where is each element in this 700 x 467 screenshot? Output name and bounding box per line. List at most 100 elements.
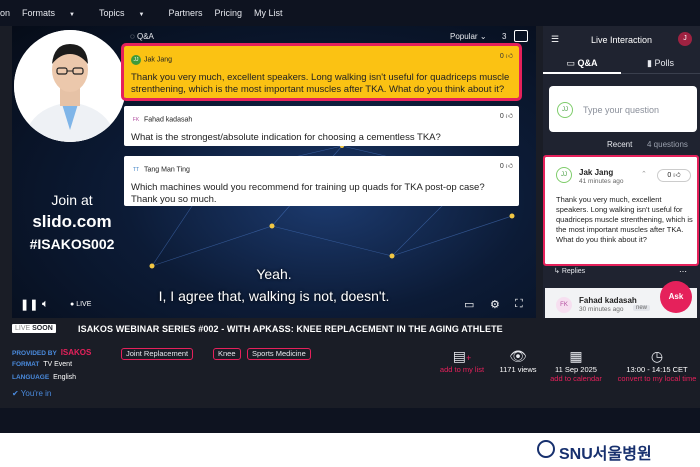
add-to-calendar-button[interactable]: ▦ 11 Sep 2025 add to calendar	[544, 348, 608, 383]
question-time: 30 minutes ago	[579, 306, 624, 313]
provided-by: PROVIDED BY ISAKOS	[12, 348, 91, 357]
meta-key: PROVIDED BY	[12, 350, 57, 357]
pause-icon[interactable]: ❚❚	[20, 298, 38, 311]
more-options-icon[interactable]: ⋯	[679, 267, 687, 276]
tag-joint-replacement[interactable]: Joint Replacement	[121, 348, 194, 360]
footer-band	[0, 408, 700, 433]
caret-down-icon: ▼	[138, 12, 145, 18]
live-label: LIVE	[76, 301, 92, 308]
live-interaction-panel: ☰ Live Interaction J ▭ Q&A ▮ Polls JJ Ty…	[543, 26, 700, 318]
nav-label: Formats	[22, 8, 56, 18]
check-circle-icon: ✔	[12, 389, 19, 398]
like-button[interactable]: 0 👍︎	[657, 169, 691, 182]
like-control[interactable]: ⌃ 0 👍︎	[641, 169, 695, 183]
question-card[interactable]: FK Fahad kadasah 0 👍︎ What is the stronge…	[124, 106, 519, 146]
like-number: 0	[499, 113, 504, 120]
question-author: Fahad kadasah	[144, 116, 193, 124]
new-badge: new	[633, 305, 651, 311]
like-count[interactable]: 0 👍︎	[500, 161, 513, 170]
sort-recent[interactable]: Recent	[607, 140, 632, 149]
replies-link[interactable]: ↳ Replies	[554, 267, 585, 275]
provider-link[interactable]: ISAKOS	[61, 348, 92, 357]
subtitle-line: Yeah.	[256, 266, 292, 282]
panel-title: Live Interaction	[591, 35, 653, 45]
nav-item-formats[interactable]: Formats ▼	[22, 8, 87, 18]
slido-qa-header: ◌ Q&A Popular ⌄ 3	[130, 30, 530, 44]
fullscreen-icon[interactable]: ⛶	[515, 298, 523, 311]
thumbs-up-icon: 👍︎	[505, 163, 513, 170]
question-text: Which machines would you recommend for t…	[131, 182, 485, 205]
tag-sports-medicine[interactable]: Sports Medicine	[247, 348, 311, 360]
tab-qa[interactable]: ▭ Q&A	[543, 54, 621, 74]
question-placeholder: Type your question	[583, 105, 660, 115]
question-time: 41 minutes ago	[579, 178, 624, 185]
nav-item-pricing[interactable]: Pricing	[214, 8, 242, 18]
chevron-down-icon: ⌄	[479, 32, 487, 41]
settings-icon[interactable]: ⚙	[490, 298, 500, 311]
webinar-title: ISAKOS WEBINAR SERIES #002 - WITH APKASS…	[78, 324, 503, 334]
webinar-title-row: LIVE SOON ISAKOS WEBINAR SERIES #002 - W…	[12, 322, 532, 338]
top-nav: on Formats ▼ Topics ▼ Partners Pricing My …	[0, 0, 700, 26]
question-count: 4 questions	[647, 140, 688, 149]
screen-icon[interactable]	[514, 30, 528, 42]
selected-question[interactable]: JJ Jak Jang 41 minutes ago ⌃ 0 👍︎ Thank …	[543, 155, 699, 266]
add-list-label: add to my list	[439, 365, 485, 374]
nav-label: Topics	[98, 8, 125, 18]
avatar: TT	[132, 166, 140, 173]
comment-icon[interactable]: ▭	[464, 298, 474, 311]
menu-icon[interactable]: ☰	[551, 34, 559, 45]
time-label: 13:00 - 14:15 CET	[626, 365, 688, 374]
like-number: 0	[667, 172, 672, 179]
youre-in-status: ✔ You're in	[12, 389, 51, 398]
like-count[interactable]: 0 👍︎	[500, 51, 513, 60]
nav-item-topics[interactable]: Topics ▼	[99, 8, 156, 18]
thumbs-up-icon: 👍︎	[505, 113, 513, 120]
nav-item-my-list[interactable]: My List	[254, 8, 283, 18]
emblem-icon	[537, 440, 555, 458]
caret-down-icon: ▼	[69, 12, 75, 18]
youre-in-label: You're in	[20, 389, 52, 398]
qa-label: ◌ Q&A	[130, 32, 154, 41]
question-author: Jak Jang	[579, 168, 614, 177]
question-text: What is the strongest/absolute indicatio…	[131, 132, 441, 143]
panel-tabs: ▭ Q&A ▮ Polls	[543, 54, 700, 74]
thumbs-up-icon: 👍︎	[673, 172, 681, 179]
qa-label-text: Q&A	[136, 32, 154, 41]
watermark-logo: SNU서울병원	[537, 433, 697, 463]
eye-icon: 👁︎	[509, 348, 527, 364]
question-card[interactable]: TT Tang Man Ting 0 👍︎ Which machines woul…	[124, 156, 519, 206]
format-info: FORMAT TV Event	[12, 361, 72, 368]
join-url: slido.com	[32, 212, 112, 231]
volume-icon[interactable]: 🔈︎	[42, 298, 49, 311]
bar-chart-icon: ▮	[647, 58, 652, 68]
add-calendar-label: add to calendar	[550, 374, 602, 383]
badge-live: LIVE	[15, 325, 31, 332]
status-badge: LIVE SOON	[12, 324, 56, 333]
avatar: FK	[556, 297, 572, 313]
avatar: JJ	[556, 167, 572, 183]
question-card[interactable]: JJ Jak Jang 0 👍︎ Thank you very much, exc…	[121, 43, 522, 101]
sort-dropdown[interactable]: Popular ⌄	[450, 32, 487, 41]
like-count[interactable]: 0 👍︎	[500, 111, 513, 120]
tag-knee[interactable]: Knee	[213, 348, 241, 360]
thumbs-up-icon: 👍︎	[505, 53, 513, 60]
join-code: #ISAKOS002	[29, 236, 115, 252]
like-number: 0	[499, 163, 504, 170]
nav-item-partial[interactable]: on	[0, 8, 10, 18]
meta-key: FORMAT	[12, 361, 40, 368]
question-input[interactable]: JJ Type your question	[549, 86, 697, 132]
ask-button[interactable]: Ask	[660, 281, 692, 313]
meta-key: LANGUAGE	[12, 374, 50, 381]
live-indicator: ● LIVE	[70, 301, 92, 308]
avatar: FK	[132, 116, 140, 123]
expand-icon[interactable]: ⌃	[641, 170, 647, 178]
user-avatar[interactable]: J	[678, 32, 692, 46]
join-at-text: Join at	[51, 192, 93, 208]
panel-header: ☰ Live Interaction J	[543, 26, 700, 52]
player-controls: ❚❚ 🔈︎ ● LIVE ▭ ⚙ ⛶	[12, 294, 536, 318]
tab-polls[interactable]: ▮ Polls	[621, 54, 700, 74]
convert-time-button[interactable]: ◷ 13:00 - 14:15 CET convert to my local …	[614, 348, 700, 383]
nav-item-partners[interactable]: Partners	[168, 8, 202, 18]
add-to-list-button[interactable]: ▤+ add to my list	[434, 348, 490, 374]
video-player[interactable]: Join at slido.com #ISAKOS002 ◌ Q&A Popul…	[12, 26, 536, 318]
